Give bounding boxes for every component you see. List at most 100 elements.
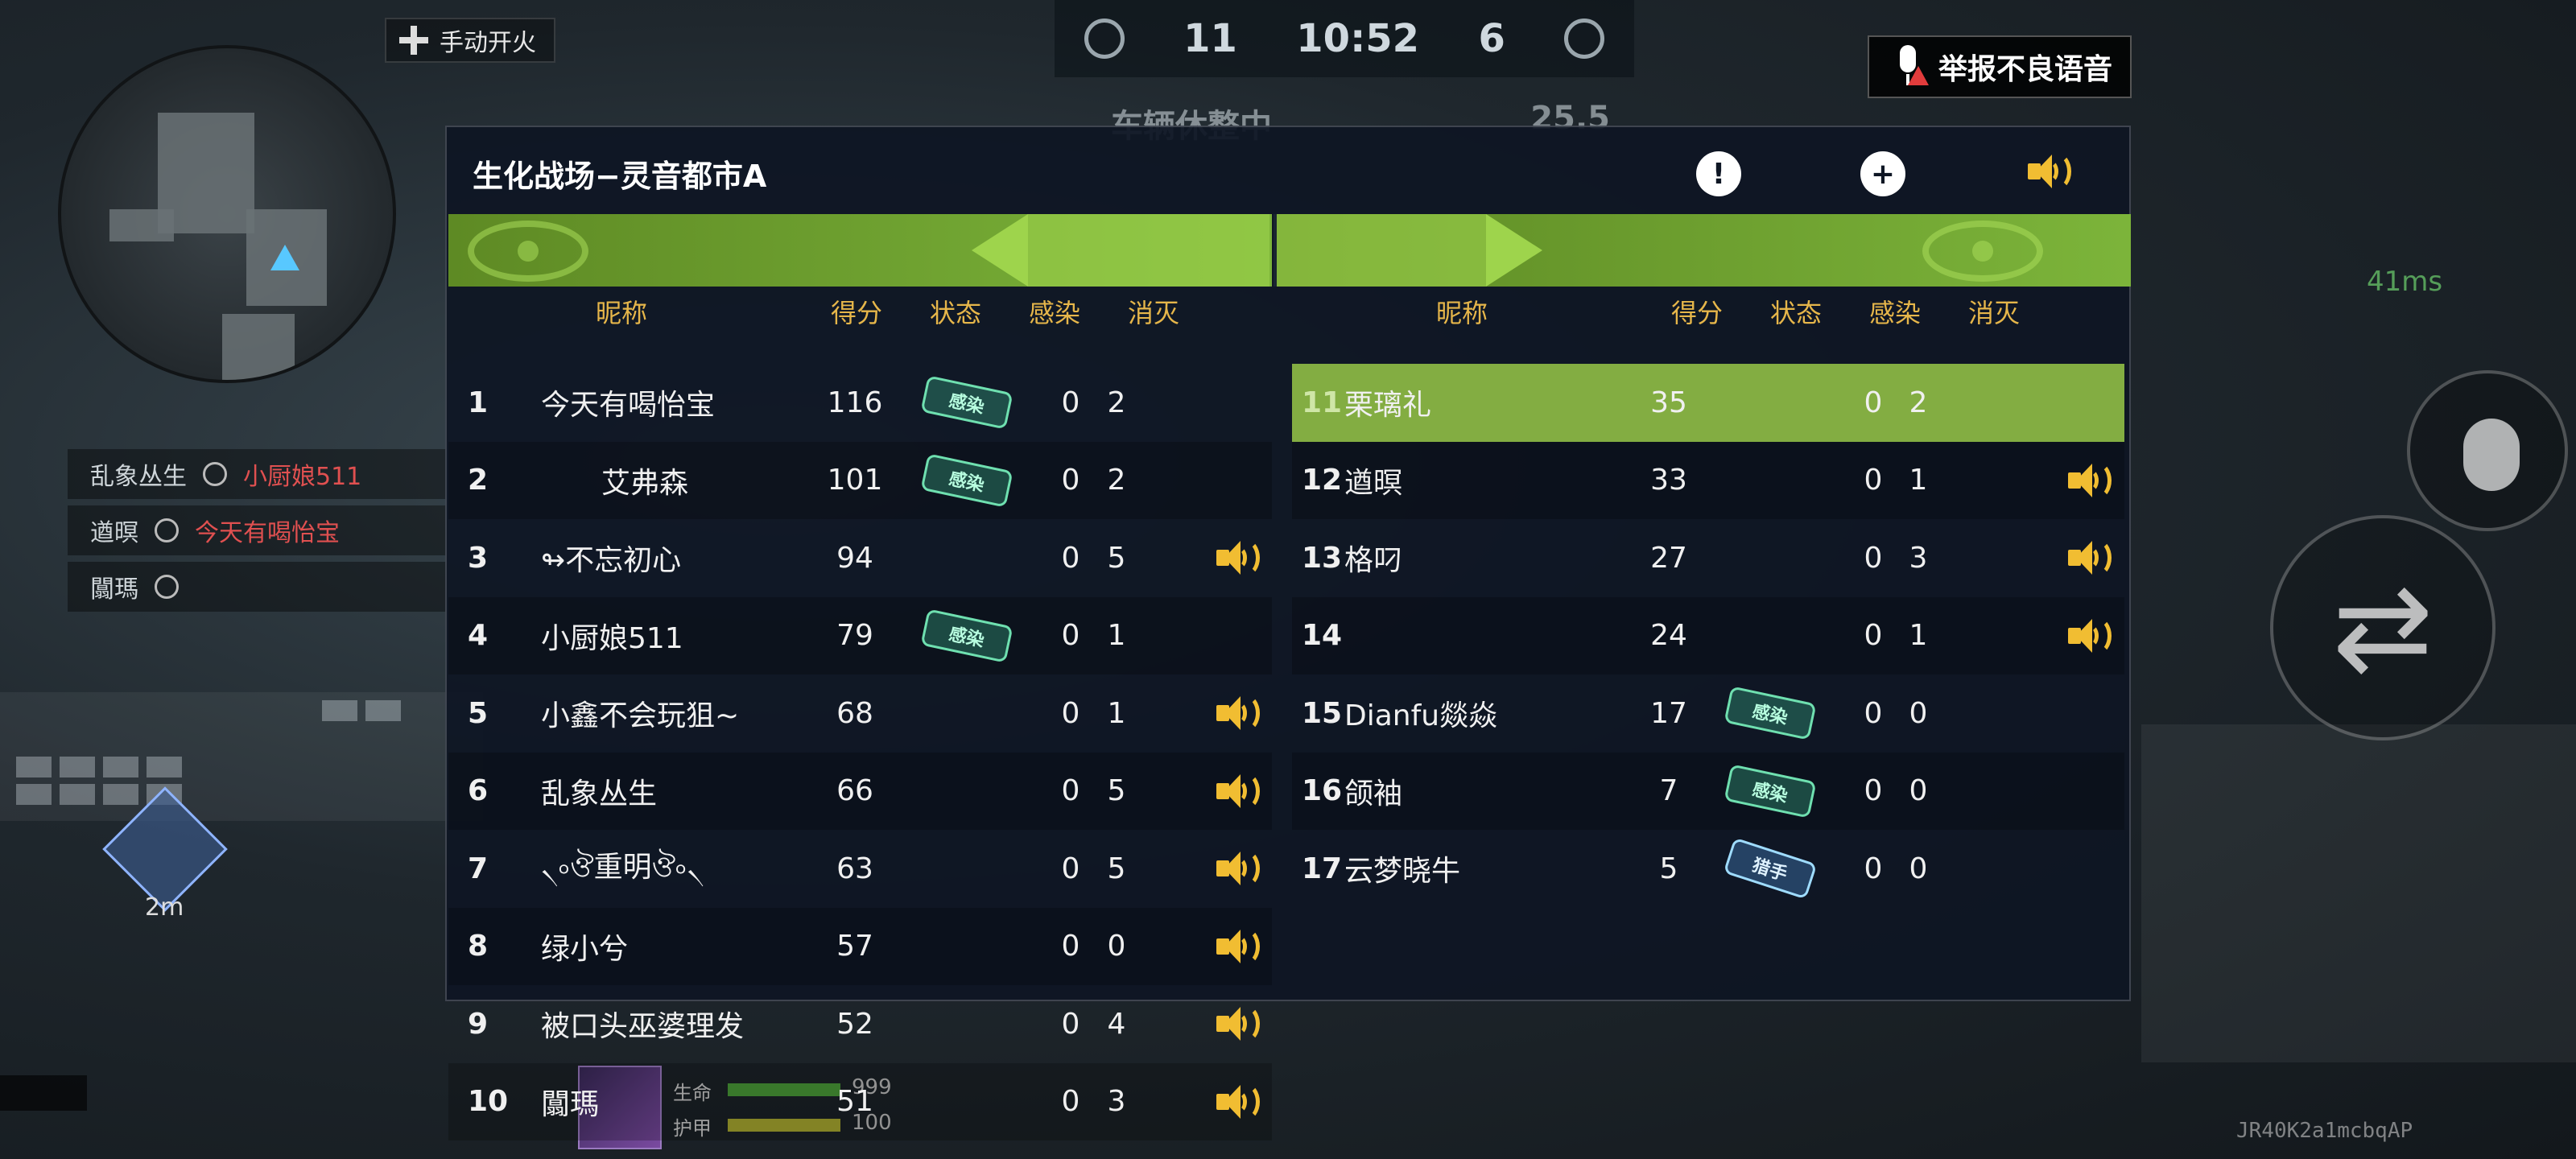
voice-toggle-button[interactable] — [2025, 150, 2071, 196]
report-voice-label: 举报不良语音 — [1938, 53, 2113, 86]
minimap[interactable] — [58, 45, 396, 383]
speaker-icon — [1213, 1002, 1260, 1046]
player-row[interactable]: 7 ৲৹ঔ重明ঔ৹৲ 63 0 5 — [448, 830, 1272, 908]
player-score: 68 — [836, 696, 873, 730]
infected-status-icon: 感染 — [920, 375, 1013, 430]
left-arrow-icon — [972, 214, 1028, 287]
player-name: 闒瑪 — [541, 1087, 600, 1121]
kill-feed-row: 乱象丛生 小厨娘511 — [68, 449, 446, 499]
player-rank: 6 — [468, 774, 489, 808]
voice-mute-button[interactable] — [2065, 597, 2112, 675]
player-score: 57 — [836, 930, 873, 963]
col-score: 得分 — [1671, 298, 1724, 328]
team-left-icon — [1084, 19, 1125, 59]
player-row[interactable]: 14 24 0 1 — [1292, 596, 2124, 675]
infected-status-icon: 感染 — [920, 453, 1013, 508]
player-row[interactable]: 6 乱象丛生 66 0 5 — [448, 752, 1272, 831]
speaker-icon — [2065, 459, 2112, 502]
killer-name: 闒瑪 — [90, 575, 138, 604]
player-kill: 3 — [1107, 1085, 1126, 1119]
voice-mute-button[interactable] — [1213, 830, 1260, 908]
player-name: 艾弗森 — [601, 466, 689, 500]
player-name: 小鑫不会玩狙~ — [541, 699, 740, 733]
report-warning-icon[interactable]: ! — [1696, 151, 1741, 196]
player-rank: 13 — [1302, 541, 1343, 575]
speaker-icon — [1213, 536, 1260, 580]
player-row[interactable]: 17 云梦晓牛 5 猎手 0 0 — [1292, 830, 2124, 908]
player-row[interactable]: 5 小鑫不会玩狙~ 68 0 1 — [448, 674, 1272, 753]
report-voice-button[interactable]: 举报不良语音 — [1868, 35, 2132, 98]
voice-mute-button[interactable] — [1213, 985, 1260, 1063]
voice-mute-button[interactable] — [1213, 674, 1260, 753]
kill-icon — [203, 462, 227, 486]
weapon-swap-button[interactable]: ⇄ — [2270, 515, 2496, 740]
player-row[interactable]: 12 遒暝 33 0 1 — [1292, 441, 2124, 520]
player-kill: 1 — [1107, 696, 1126, 730]
player-row[interactable]: 15 Dianfu燚焱 17 感染 0 0 — [1292, 674, 2124, 753]
player-rank: 11 — [1302, 386, 1343, 419]
col-score: 得分 — [831, 298, 883, 328]
player-kill: 5 — [1107, 774, 1126, 808]
player-name: 云梦晓牛 — [1344, 855, 1461, 889]
player-score: 7 — [1659, 774, 1678, 808]
player-status: 感染 — [920, 364, 1013, 442]
player-row[interactable]: 11 栗璃礼 35 0 2 — [1292, 364, 2124, 442]
player-kill: 0 — [1909, 852, 1928, 885]
voice-mute-button[interactable] — [1213, 908, 1260, 986]
player-rank: 5 — [468, 696, 489, 730]
player-row[interactable]: 2 艾弗森 101 感染 0 2 — [448, 441, 1272, 519]
player-score: 5 — [1659, 852, 1678, 885]
player-row[interactable]: 1 今天有喝怡宝 116 感染 0 2 — [448, 364, 1272, 442]
victim-name: 小厨娘511 — [243, 463, 362, 491]
player-row[interactable]: 10 闒瑪 51 0 3 — [448, 1062, 1272, 1141]
speaker-icon — [1213, 925, 1260, 968]
mic-warning-icon — [1890, 45, 1929, 89]
col-infect: 感染 — [1029, 298, 1081, 328]
infected-status-icon: 猎手 — [1723, 837, 1818, 900]
voice-mute-button[interactable] — [1213, 519, 1260, 597]
voice-mute-button[interactable] — [1213, 753, 1260, 831]
voice-mute-button[interactable] — [2065, 442, 2112, 520]
player-score: 51 — [836, 1085, 873, 1119]
player-kill: 1 — [1909, 464, 1928, 497]
player-name: 乱象丛生 — [541, 777, 658, 810]
grenade-button[interactable] — [2407, 370, 2568, 531]
manual-fire-toggle[interactable]: 手动开火 — [385, 18, 555, 63]
col-infect: 感染 — [1869, 298, 1922, 328]
player-score: 66 — [836, 774, 873, 808]
voice-mute-button[interactable] — [1213, 1063, 1260, 1141]
player-status: 感染 — [920, 597, 1013, 675]
player-rank: 10 — [468, 1085, 509, 1119]
player-name: ৲৹ঔ重明ঔ৹৲ — [541, 851, 705, 885]
skull-icon — [1564, 19, 1605, 59]
player-score: 116 — [827, 386, 883, 419]
player-row[interactable]: 9 被口头巫婆理发 52 0 4 — [448, 985, 1272, 1063]
player-row[interactable]: 16 颌袖 7 感染 0 0 — [1292, 752, 2124, 830]
voice-mute-button[interactable] — [2065, 519, 2112, 597]
scoreboard-panel: 生化战场−灵音都市A ! + 昵称 得分 状态 感染 消灭 昵称 得分 状态 感… — [445, 126, 2131, 1140]
right-team-list: 11 栗璃礼 35 0 2 12 遒暝 33 0 1 13 格叼 27 0 3 … — [1292, 364, 2124, 908]
left-team-banner — [448, 214, 1272, 287]
player-name: ↬不忘初心 — [541, 544, 682, 578]
player-rank: 14 — [1302, 619, 1343, 653]
player-row[interactable]: 4 小厨娘511 79 感染 0 1 — [448, 596, 1272, 675]
player-row[interactable]: 8 绿小兮 57 0 0 — [448, 907, 1272, 986]
chat-box[interactable] — [0, 1075, 87, 1111]
right-arrow-icon — [1486, 214, 1542, 287]
player-kill: 2 — [1909, 386, 1928, 419]
player-score: 52 — [836, 1007, 873, 1041]
player-status: 猎手 — [1723, 830, 1818, 908]
speaker-icon — [2025, 150, 2071, 193]
player-rank: 7 — [468, 852, 489, 885]
victim-name: 今天有喝怡宝 — [195, 519, 340, 547]
killer-name: 遒暝 — [90, 519, 138, 547]
speaker-icon — [1213, 1080, 1260, 1124]
player-rank: 4 — [468, 619, 489, 653]
player-row[interactable]: 13 格叼 27 0 3 — [1292, 519, 2124, 597]
add-friend-icon[interactable]: + — [1860, 151, 1905, 196]
player-score: 27 — [1650, 541, 1687, 575]
player-marker-icon — [270, 245, 299, 270]
player-row[interactable]: 3 ↬不忘初心 94 0 5 — [448, 519, 1272, 597]
speaker-icon — [2065, 614, 2112, 658]
player-kill: 4 — [1107, 1007, 1126, 1041]
